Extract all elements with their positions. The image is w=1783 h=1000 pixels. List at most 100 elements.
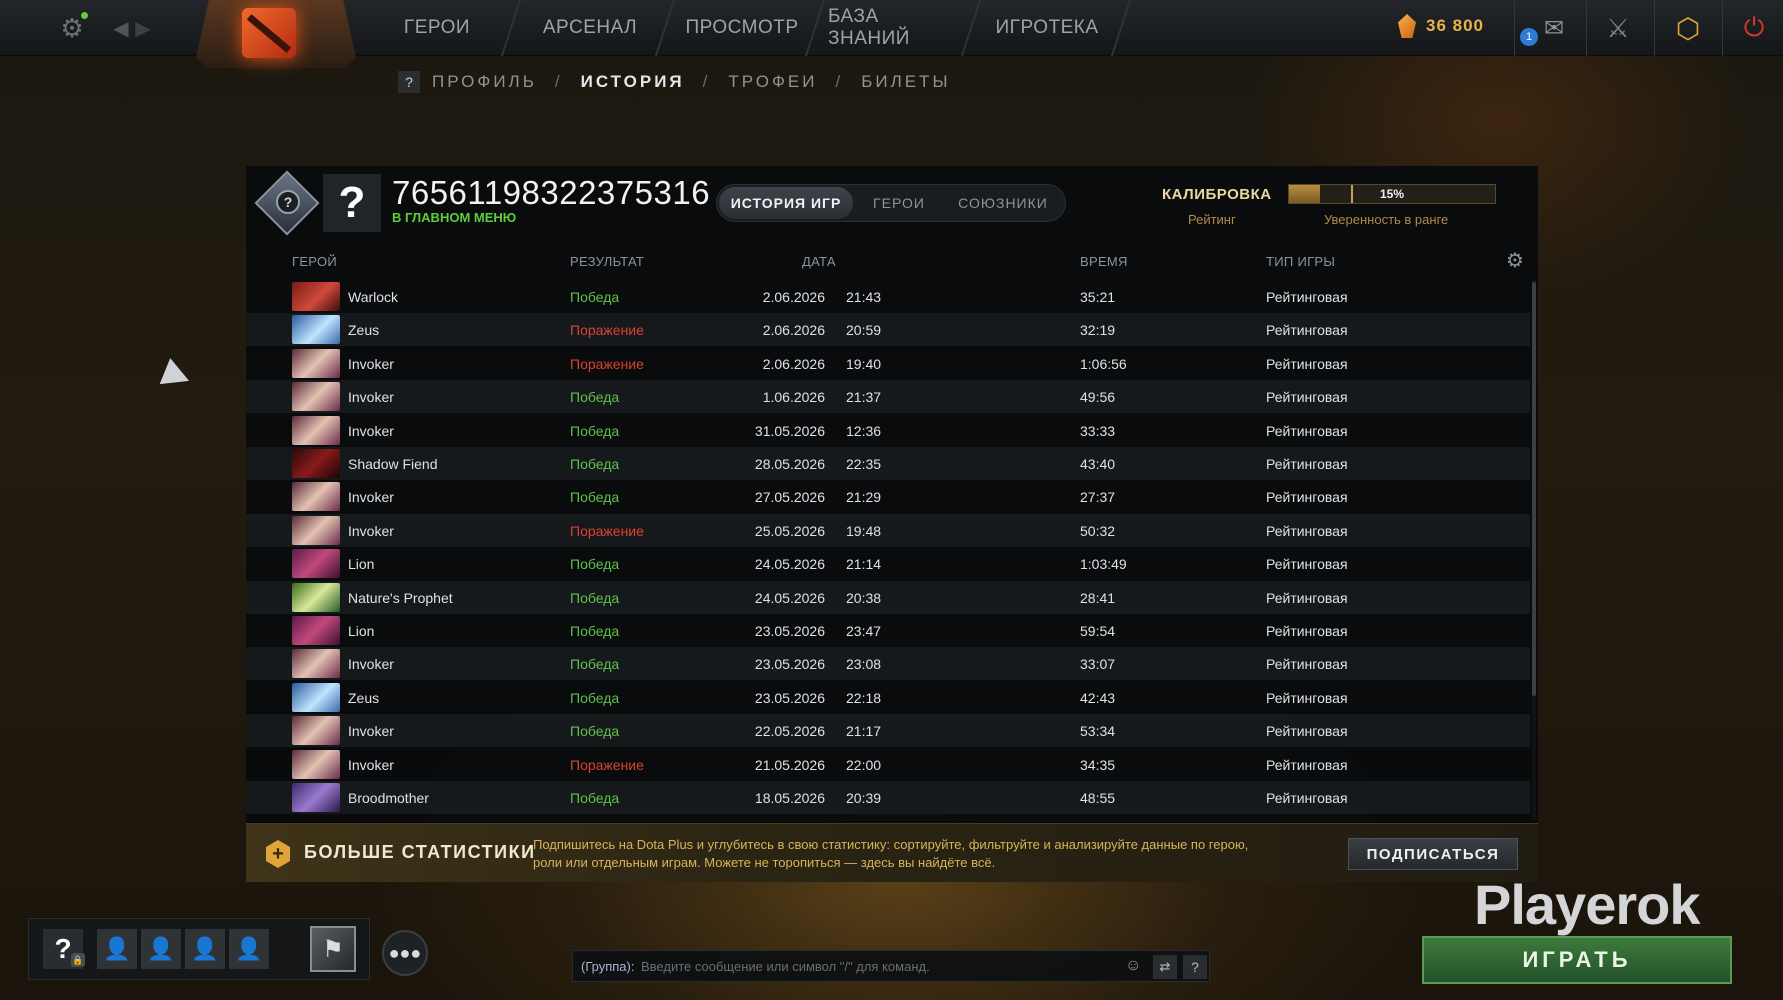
crumb-separator: / xyxy=(702,72,711,91)
arrow-left-icon[interactable]: ◀ xyxy=(110,12,132,44)
banner-text: Подпишитесь на Dota Plus и углубитесь в … xyxy=(533,837,1249,870)
emoji-icon[interactable]: ☺ xyxy=(1125,957,1145,977)
power-icon[interactable]: ⏻ xyxy=(1736,10,1772,46)
divider xyxy=(1586,0,1587,56)
nav-watch[interactable]: ПРОСМОТР xyxy=(685,0,798,56)
chat-help-button[interactable]: ? xyxy=(1183,955,1207,979)
crumb-tickets[interactable]: БИЛЕТЫ xyxy=(861,72,950,92)
table-row[interactable]: Invoker Победа 27.05.2026 21:29 27:37 Рейтинг… xyxy=(246,480,1530,513)
table-row[interactable]: Invoker Победа 22.05.2026 21:17 53:34 Рейтинг… xyxy=(246,714,1530,748)
chat-wheel-icon[interactable]: ⇄ xyxy=(1153,955,1177,979)
hero-name: Broodmother xyxy=(348,790,429,806)
crumb-profile[interactable]: ПРОФИЛЬ xyxy=(432,72,537,92)
game-mode: Рейтинговая xyxy=(1266,522,1348,539)
crumb-history[interactable]: ИСТОРИЯ xyxy=(581,72,685,92)
match-time: 23:08 xyxy=(846,656,882,673)
col-game-mode[interactable]: ТИП ИГРЫ xyxy=(1266,254,1335,269)
hero-name: Invoker xyxy=(348,389,394,406)
match-duration: 59:54 xyxy=(1080,623,1116,639)
crumb-trophies[interactable]: ТРОФЕИ xyxy=(728,72,817,92)
match-date: 23.05.2026 xyxy=(754,656,825,673)
col-date[interactable]: ДАТА xyxy=(802,254,836,269)
table-row[interactable]: Invoker Поражение 21.05.2026 22:00 34:35 Рейт… xyxy=(246,748,1530,781)
match-duration: 33:07 xyxy=(1080,656,1116,673)
party-slot[interactable]: 👤 xyxy=(185,929,225,969)
subscribe-button[interactable]: ПОДПИСАТЬСЯ xyxy=(1348,838,1518,870)
avatar[interactable]: ? xyxy=(323,174,381,232)
nav-arcade[interactable]: ИГРОТЕКА xyxy=(994,0,1100,56)
match-result: Победа xyxy=(570,790,620,806)
help-button[interactable]: ? xyxy=(398,71,420,93)
dota-plus-icon[interactable]: ⬡ xyxy=(1670,10,1706,46)
hero-portrait-icon xyxy=(292,549,340,579)
table-row[interactable]: Shadow Fiend Победа 28.05.2026 22:35 43:40 Ре… xyxy=(246,447,1530,480)
shards-display[interactable]: 36 800 xyxy=(1398,8,1484,44)
hero-name: Warlock xyxy=(348,289,399,305)
hero-portrait-icon xyxy=(292,449,340,478)
game-mode: Рейтинговая xyxy=(1266,355,1348,372)
play-button[interactable]: ИГРАТЬ xyxy=(1422,936,1732,984)
table-row[interactable]: Zeus Поражение 2.06.2026 20:59 32:19 Рейтинго… xyxy=(246,313,1530,347)
tab-heroes[interactable]: ГЕРОИ xyxy=(857,187,941,219)
tab-allies[interactable]: СОЮЗНИКИ xyxy=(945,187,1061,219)
game-mode: Рейтинговая xyxy=(1266,556,1348,573)
table-row[interactable]: Invoker Победа 31.05.2026 12:36 33:33 Рейтинг… xyxy=(246,414,1530,447)
party-slot[interactable]: 👤 xyxy=(229,929,269,969)
game-mode: Рейтинговая xyxy=(1266,422,1348,439)
col-result[interactable]: РЕЗУЛЬТАТ xyxy=(570,254,644,269)
game-mode: Рейтинговая xyxy=(1266,623,1348,639)
chat-input[interactable] xyxy=(641,954,1081,978)
match-result: Поражение xyxy=(570,756,644,773)
match-date: 1.06.2026 xyxy=(762,389,825,406)
role-emblem-icon[interactable]: ⚑ xyxy=(310,926,356,972)
table-row[interactable]: Lion Победа 23.05.2026 23:47 59:54 Рейтингова… xyxy=(246,614,1530,647)
mail-icon[interactable]: ✉ xyxy=(1536,12,1572,44)
table-row[interactable]: Nature's Prophet Победа 24.05.2026 20:38 28:… xyxy=(246,580,1530,614)
match-date: 24.05.2026 xyxy=(754,589,825,606)
match-time: 22:18 xyxy=(846,689,882,706)
nav-learn[interactable]: БАЗА ЗНАНИЙ xyxy=(828,0,960,56)
armory-icon[interactable]: ⚔ xyxy=(1600,10,1636,46)
game-mode: Рейтинговая xyxy=(1266,289,1348,305)
gear-icon[interactable]: ⚙ xyxy=(1506,248,1528,272)
table-row[interactable]: Invoker Поражение 25.05.2026 19:48 50:32 Рейт… xyxy=(246,513,1530,547)
match-date: 2.06.2026 xyxy=(762,355,825,372)
mouse-cursor-icon xyxy=(159,358,195,394)
match-result: Победа xyxy=(570,289,620,305)
table-row[interactable]: Warlock Победа 2.06.2026 21:43 35:21 Рейтинго… xyxy=(246,280,1530,313)
match-time: 21:17 xyxy=(846,723,882,740)
match-duration: 48:55 xyxy=(1080,790,1116,806)
scrollbar-thumb[interactable] xyxy=(1532,282,1536,696)
table-row[interactable]: Invoker Поражение 2.06.2026 19:40 1:06:56 Рей… xyxy=(246,347,1530,380)
game-mode: Рейтинговая xyxy=(1266,389,1348,406)
match-time: 22:00 xyxy=(846,756,882,773)
hero-portrait-icon xyxy=(292,616,340,645)
table-row[interactable]: Invoker Победа 23.05.2026 23:08 33:07 Рейтинг… xyxy=(246,647,1530,681)
rating-label: Рейтинг xyxy=(1188,212,1236,227)
nav-heroes[interactable]: ГЕРОИ xyxy=(396,0,478,56)
nav-separator xyxy=(960,0,982,56)
crumb-separator: / xyxy=(554,72,563,91)
arrow-right-icon[interactable]: ▶ xyxy=(132,12,154,44)
table-row[interactable]: Broodmother Победа 18.05.2026 20:39 48:55 Рей… xyxy=(246,781,1530,814)
col-hero[interactable]: ГЕРОЙ xyxy=(292,254,337,269)
table-row[interactable]: Invoker Победа 1.06.2026 21:37 49:56 Рейтинго… xyxy=(246,380,1530,414)
hero-portrait-icon xyxy=(292,682,340,712)
dota-plus-icon: + xyxy=(265,840,291,868)
group-icon[interactable]: ●●● xyxy=(382,930,428,976)
col-duration[interactable]: ВРЕМЯ xyxy=(1080,254,1128,269)
dota-logo-icon[interactable] xyxy=(242,8,296,58)
match-time: 20:38 xyxy=(846,589,882,606)
match-duration: 34:35 xyxy=(1080,756,1116,773)
table-row[interactable]: Lion Победа 24.05.2026 21:14 1:03:49 Рейтинго… xyxy=(246,547,1530,580)
match-date: 18.05.2026 xyxy=(754,790,825,806)
hero-portrait-icon xyxy=(292,716,340,746)
party-slot[interactable]: 👤 xyxy=(141,929,181,969)
table-row[interactable]: Zeus Победа 23.05.2026 22:18 42:43 Рейтингова… xyxy=(246,681,1530,714)
party-slot[interactable]: 👤 xyxy=(97,929,137,969)
match-time: 12:36 xyxy=(846,422,882,439)
tab-match-history[interactable]: ИСТОРИЯ ИГР xyxy=(719,187,853,219)
nav-armory[interactable]: АРСЕНАЛ xyxy=(540,0,640,56)
calibration-title: КАЛИБРОВКА xyxy=(1162,186,1272,203)
rank-unknown-badge: ? xyxy=(276,190,300,214)
